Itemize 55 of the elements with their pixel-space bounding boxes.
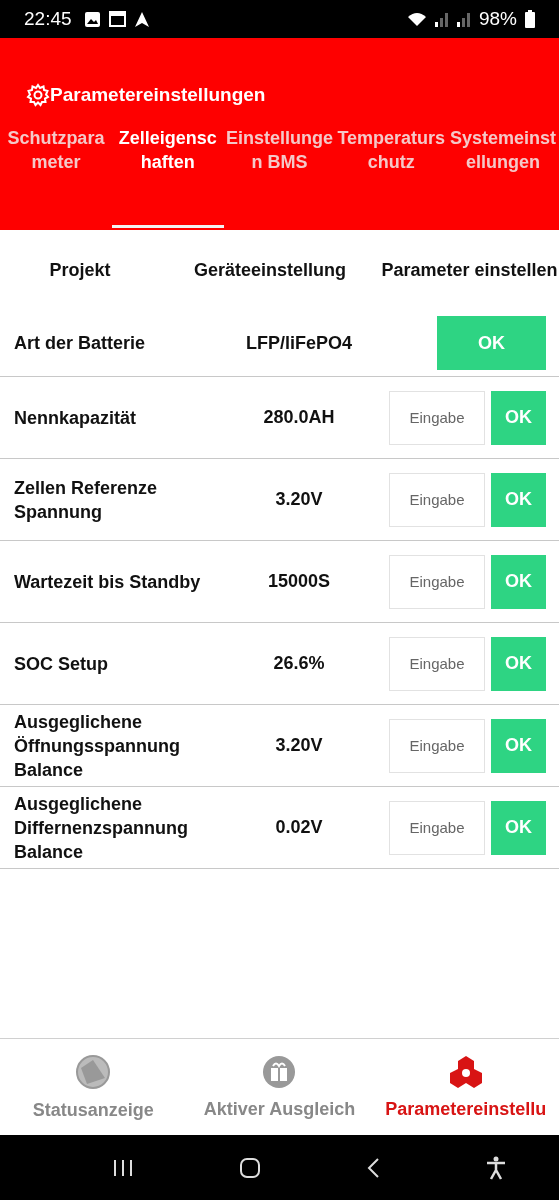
ok-button[interactable]: OK <box>491 554 546 609</box>
signal-icon <box>456 11 471 27</box>
ok-button[interactable]: OK <box>491 800 546 855</box>
gift-icon <box>262 1054 297 1089</box>
input-field[interactable]: Eingabe <box>389 636 485 691</box>
settings-icon <box>26 83 50 107</box>
signal-icon <box>434 11 449 27</box>
column-header: Parameter einstellen <box>380 259 559 282</box>
ok-button[interactable]: OK <box>491 390 546 445</box>
row-label: SOC Setup <box>14 652 109 676</box>
image-icon <box>83 10 101 28</box>
tab[interactable]: Zelleigenschaften <box>111 124 224 230</box>
ok-button[interactable]: OK <box>491 636 546 691</box>
row-label: Nennkapazität <box>14 406 138 430</box>
row-value: 280.0AH <box>262 407 336 428</box>
input-field[interactable]: Eingabe <box>389 554 485 609</box>
tab[interactable]: Temperaturschutz <box>335 124 448 230</box>
row-value: 3.20V <box>274 489 324 510</box>
battery-percentage: 98% <box>478 8 517 30</box>
ok-button[interactable]: OK <box>491 472 546 527</box>
row-label: Art der Batterie <box>14 332 147 355</box>
nav-item[interactable]: Aktiver Ausgleich <box>186 1039 373 1135</box>
nav-item[interactable]: Statusanzeige <box>0 1039 187 1135</box>
row-value: 0.02V <box>274 817 324 838</box>
input-field[interactable]: Eingabe <box>389 472 485 527</box>
nav-item[interactable]: Parametereinstellu <box>372 1039 559 1135</box>
back-icon[interactable] <box>365 1156 380 1179</box>
column-header: Projekt <box>48 259 112 282</box>
status-time: 22:45 <box>24 8 72 30</box>
battery-icon <box>525 10 535 28</box>
calendar-icon <box>108 11 126 27</box>
ok-button[interactable]: OK <box>491 718 546 773</box>
row-value: 15000S <box>266 571 332 592</box>
input-field[interactable]: Eingabe <box>389 718 485 773</box>
recent-apps-icon[interactable] <box>112 1158 135 1177</box>
column-header: Geräteeinstellung <box>192 259 347 282</box>
tab[interactable]: Einstellungen BMS <box>223 124 336 230</box>
accessibility-icon[interactable] <box>484 1155 507 1180</box>
row-value: 26.6% <box>272 653 326 674</box>
cubes-icon <box>447 1054 484 1089</box>
input-field[interactable]: Eingabe <box>389 800 485 855</box>
tab[interactable]: Systemeinstellungen <box>447 124 559 230</box>
row-label: Zellen Referenze Spannung <box>14 476 159 524</box>
row-value: 3.20V <box>274 735 324 756</box>
row-label: Ausgeglichene Differnenzspannung Balance <box>14 792 189 864</box>
page-title: Parametereinstellungen <box>50 84 266 106</box>
home-icon[interactable] <box>239 1156 262 1179</box>
tab[interactable]: Schutzparameter <box>0 124 112 230</box>
navigation-icon <box>133 10 150 28</box>
wifi-icon <box>406 11 427 27</box>
row-value: LFP/liFePO4 <box>245 332 353 354</box>
row-label: Ausgeglichene Öffnungsspannung Balance <box>14 710 181 782</box>
ok-button[interactable]: OK <box>437 316 546 370</box>
row-label: Wartezeit bis Standby <box>14 570 202 594</box>
input-field[interactable]: Eingabe <box>389 390 485 445</box>
